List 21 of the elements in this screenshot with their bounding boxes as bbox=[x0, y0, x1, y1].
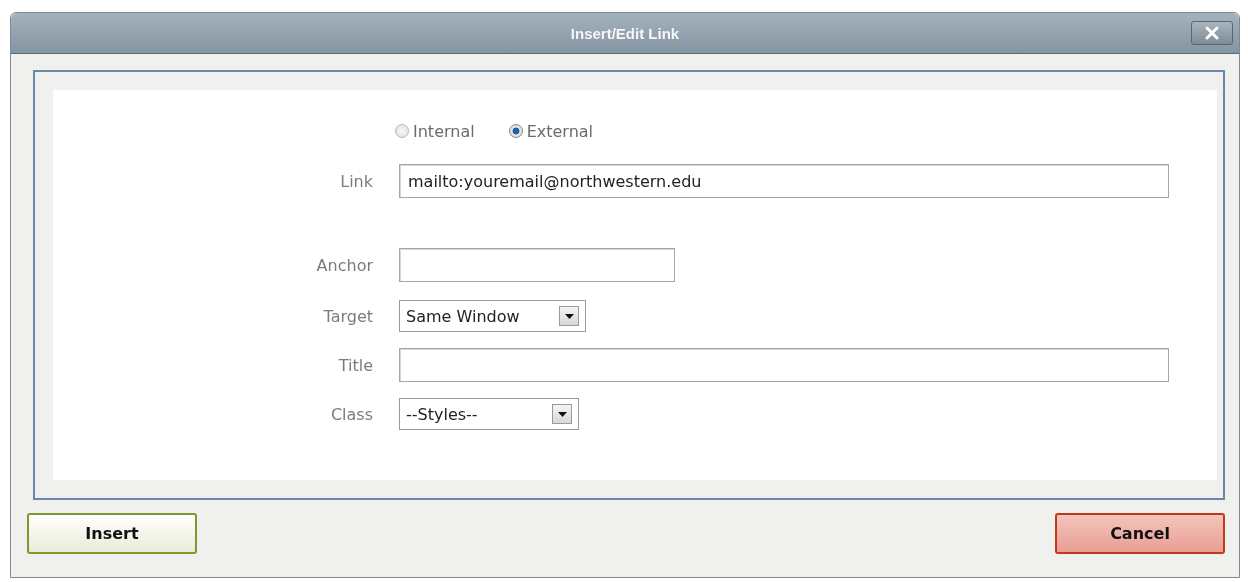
dropdown[interactable]: Same Window bbox=[399, 300, 586, 332]
radio-button[interactable] bbox=[395, 124, 409, 138]
caret-icon bbox=[559, 306, 579, 326]
insert-button[interactable]: Insert bbox=[27, 513, 197, 554]
field-label: Title bbox=[338, 355, 373, 375]
close-button[interactable] bbox=[1191, 21, 1233, 45]
field-label: Anchor bbox=[316, 255, 373, 275]
field-label: Link bbox=[340, 171, 373, 191]
caret-icon bbox=[552, 404, 572, 424]
field-label: Target bbox=[323, 306, 373, 326]
close-icon bbox=[1205, 26, 1219, 40]
input-field[interactable] bbox=[399, 248, 675, 282]
radio-option[interactable]: External bbox=[508, 120, 594, 142]
input-field[interactable]: mailto:youremail@northwestern.edu bbox=[399, 164, 1169, 198]
input-field[interactable] bbox=[399, 348, 1169, 382]
field-label: Class bbox=[330, 404, 373, 424]
window-title: Insert/Edit Link bbox=[570, 24, 680, 42]
cancel-button[interactable]: Cancel bbox=[1055, 513, 1225, 554]
radio-option[interactable]: Internal bbox=[395, 120, 475, 142]
dropdown[interactable]: --Styles-- bbox=[399, 398, 579, 430]
radio-button[interactable] bbox=[508, 124, 523, 138]
